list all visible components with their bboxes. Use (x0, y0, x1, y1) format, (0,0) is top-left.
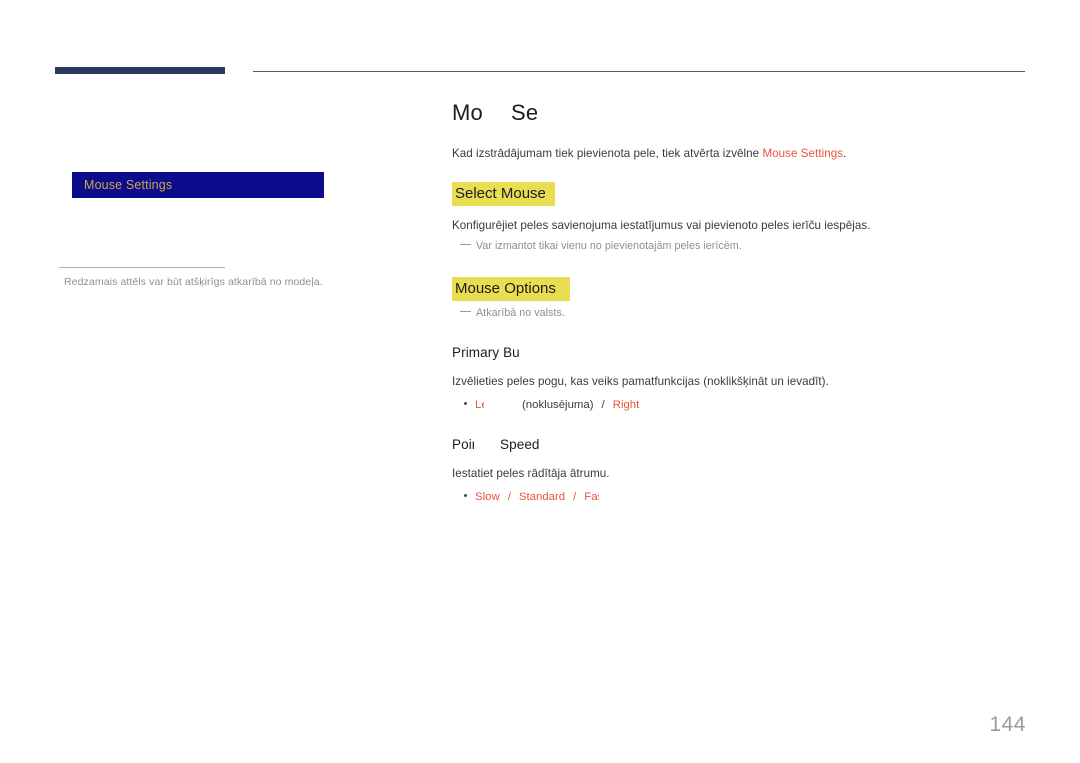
select-mouse-note-text: Var izmantot tikai vienu no pievienotajā… (476, 240, 742, 252)
page-title: Mouse Settings (452, 99, 1030, 127)
sidebar-item-label: Mouse Settings (84, 178, 173, 192)
header-divider-rule (253, 71, 1025, 72)
intro-text-before: Kad izstrādājumam tiek pievienota pele, … (452, 147, 763, 160)
page-header (0, 0, 1080, 90)
page-title-part1: Mouse (452, 100, 482, 125)
primary-button-heading-part1: Primary (452, 345, 500, 360)
mouse-options-note: Atkarībā no valsts. (460, 306, 1030, 321)
pointer-speed-options: Slow / Standard / Fast (464, 489, 1030, 505)
pointer-speed-heading-part2: Speed (500, 437, 540, 452)
pointer-speed-heading-part1: Pointer (452, 437, 474, 452)
subsection-heading-pointer-speed: Pointer Speed (452, 435, 1030, 454)
option-separator-1: / (507, 491, 511, 503)
bullet-dot-icon (464, 494, 467, 497)
select-mouse-description: Konfigurējiet peles savienojuma iestatīj… (452, 219, 871, 232)
primary-button-description: Izvēlieties peles pogu, kas veiks pamatf… (452, 375, 829, 388)
section-heading-select-mouse: Select Mouse (452, 182, 555, 206)
section-heading-mouse-options: Mouse Options (452, 277, 570, 301)
caption-divider (59, 267, 225, 268)
option-standard: Standard (518, 491, 566, 503)
option-separator-2: / (573, 491, 577, 503)
primary-button-heading-part2: Button (503, 345, 520, 360)
pointer-speed-description: Iestatiet peles rādītāja ātrumu. (452, 467, 610, 480)
sidebar-item-mouse-settings[interactable]: Mouse Settings (72, 172, 324, 198)
main-content: Mouse Settings Kad izstrādājumam tiek pie… (452, 99, 1030, 505)
note-dash-icon (460, 244, 471, 245)
intro-paragraph: Kad izstrādājumam tiek pievienota pele, … (452, 146, 1030, 162)
subsection-heading-primary-button: Primary Button (452, 343, 1030, 362)
select-mouse-note: Var izmantot tikai vienu no pievienotajā… (460, 239, 1030, 254)
image-disclaimer-caption: Redzamais attēls var būt atšķirīgs atkar… (64, 276, 323, 288)
bullet-dot-icon (464, 402, 467, 405)
option-slow: Slow (475, 491, 500, 503)
header-accent-bar (55, 67, 225, 74)
page-number: 144 (989, 713, 1026, 736)
primary-button-options: Left (noklusējuma) / Right (464, 397, 1030, 413)
option-fast: Fast (584, 491, 599, 503)
option-left: Left (475, 399, 484, 411)
page-title-part2: Settings (511, 100, 537, 125)
intro-text-after: . (843, 147, 847, 160)
option-left-suffix: (noklusējuma) (522, 399, 594, 411)
option-right: Right (612, 399, 640, 411)
mouse-options-note-text: Atkarībā no valsts. (476, 307, 565, 319)
note-dash-icon (460, 311, 471, 312)
option-separator: / (601, 399, 605, 411)
mouse-settings-menu-reference: Mouse Settings (762, 147, 844, 160)
